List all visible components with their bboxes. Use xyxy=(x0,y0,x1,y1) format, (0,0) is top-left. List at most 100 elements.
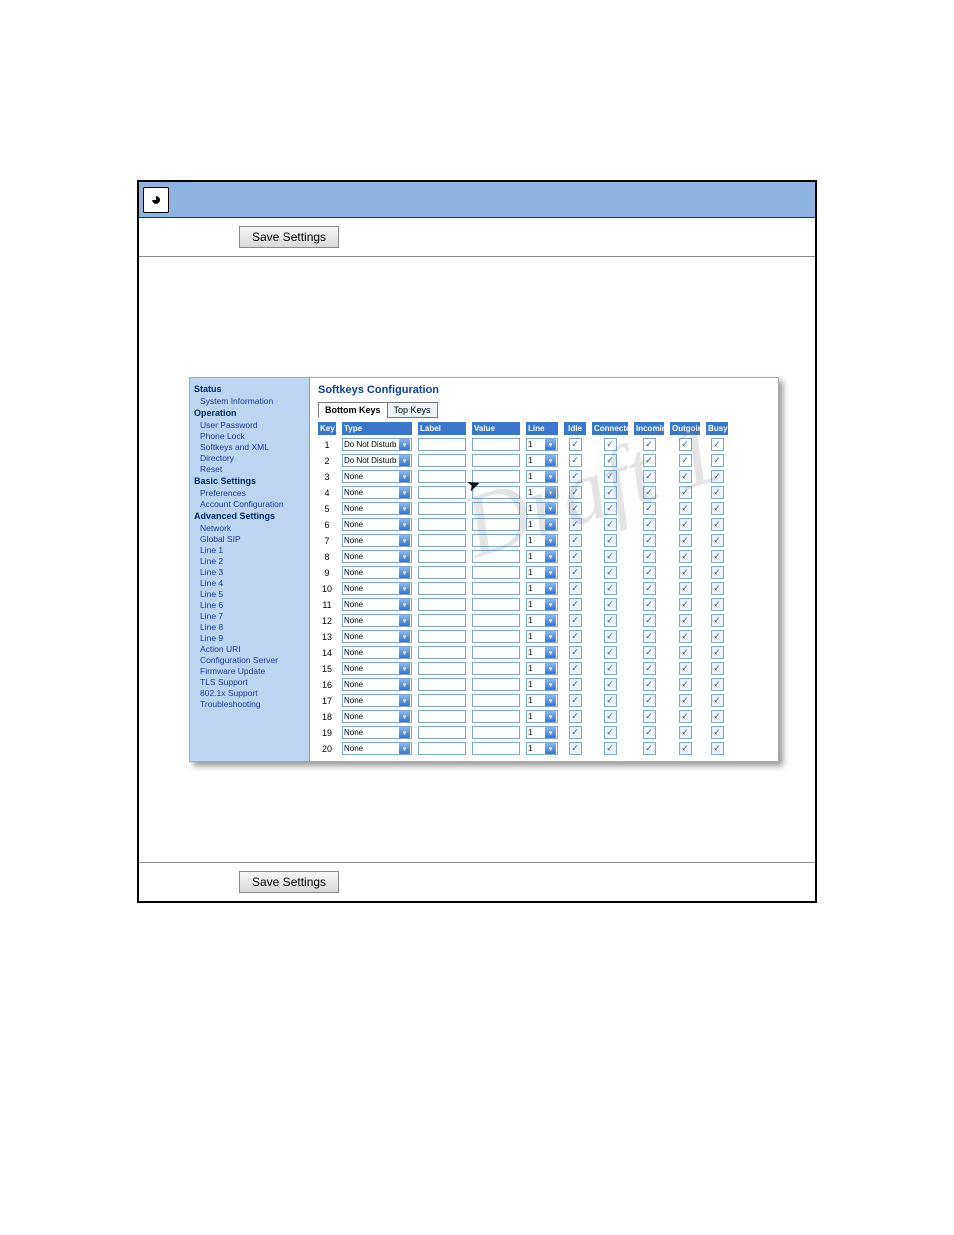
sidebar-item-network[interactable]: Network xyxy=(200,523,305,533)
line-select[interactable]: 1▾ xyxy=(526,630,558,643)
label-input[interactable] xyxy=(418,598,466,611)
save-button-bottom[interactable]: Save Settings xyxy=(239,871,339,893)
type-select[interactable]: None▾ xyxy=(342,550,412,563)
sidebar-item-8021x[interactable]: 802.1x Support xyxy=(200,688,305,698)
tab-top-keys[interactable]: Top Keys xyxy=(387,402,438,418)
sidebar-item-line8[interactable]: Line 8 xyxy=(200,622,305,632)
sidebar-item-config-server[interactable]: Configuration Server xyxy=(200,655,305,665)
label-input[interactable] xyxy=(418,550,466,563)
label-input[interactable] xyxy=(418,486,466,499)
line-select[interactable]: 1▾ xyxy=(526,470,558,483)
state-checkbox[interactable]: ✓ xyxy=(643,438,656,451)
label-input[interactable] xyxy=(418,678,466,691)
label-input[interactable] xyxy=(418,694,466,707)
type-select[interactable]: Do Not Disturb▾ xyxy=(342,454,412,467)
value-input[interactable] xyxy=(472,742,520,755)
type-select[interactable]: None▾ xyxy=(342,486,412,499)
value-input[interactable] xyxy=(472,726,520,739)
line-select[interactable]: 1▾ xyxy=(526,454,558,467)
sidebar-item-line6[interactable]: Line 6 xyxy=(200,600,305,610)
label-input[interactable] xyxy=(418,646,466,659)
label-input[interactable] xyxy=(418,582,466,595)
line-select[interactable]: 1▾ xyxy=(526,438,558,451)
line-select[interactable]: 1▾ xyxy=(526,710,558,723)
state-checkbox[interactable]: ✓ xyxy=(679,454,692,467)
value-input[interactable] xyxy=(472,566,520,579)
line-select[interactable]: 1▾ xyxy=(526,742,558,755)
line-select[interactable]: 1▾ xyxy=(526,726,558,739)
type-select[interactable]: None▾ xyxy=(342,502,412,515)
label-input[interactable] xyxy=(418,534,466,547)
label-input[interactable] xyxy=(418,630,466,643)
sidebar-item-global-sip[interactable]: Global SIP xyxy=(200,534,305,544)
state-checkbox[interactable]: ✓ xyxy=(569,438,582,451)
sidebar-item-line4[interactable]: Line 4 xyxy=(200,578,305,588)
value-input[interactable] xyxy=(472,518,520,531)
sidebar-item-user-password[interactable]: User Password xyxy=(200,420,305,430)
sidebar-item-troubleshooting[interactable]: Troubleshooting xyxy=(200,699,305,709)
save-button[interactable]: Save Settings xyxy=(239,226,339,248)
type-select[interactable]: None▾ xyxy=(342,710,412,723)
type-select[interactable]: None▾ xyxy=(342,534,412,547)
sidebar-item-preferences[interactable]: Preferences xyxy=(200,488,305,498)
sidebar-item-line9[interactable]: Line 9 xyxy=(200,633,305,643)
label-input[interactable] xyxy=(418,566,466,579)
label-input[interactable] xyxy=(418,438,466,451)
line-select[interactable]: 1▾ xyxy=(526,598,558,611)
type-select[interactable]: None▾ xyxy=(342,646,412,659)
state-checkbox[interactable]: ✓ xyxy=(711,454,724,467)
value-input[interactable] xyxy=(472,454,520,467)
sidebar-item-line2[interactable]: Line 2 xyxy=(200,556,305,566)
state-checkbox[interactable]: ✓ xyxy=(604,438,617,451)
line-select[interactable]: 1▾ xyxy=(526,518,558,531)
type-select[interactable]: None▾ xyxy=(342,726,412,739)
state-checkbox[interactable]: ✓ xyxy=(643,454,656,467)
value-input[interactable] xyxy=(472,582,520,595)
sidebar-item-reset[interactable]: Reset xyxy=(200,464,305,474)
state-checkbox[interactable]: ✓ xyxy=(679,438,692,451)
value-input[interactable] xyxy=(472,438,520,451)
state-checkbox[interactable]: ✓ xyxy=(569,454,582,467)
sidebar-item-softkeys-xml[interactable]: Softkeys and XML xyxy=(200,442,305,452)
type-select[interactable]: None▾ xyxy=(342,614,412,627)
line-select[interactable]: 1▾ xyxy=(526,662,558,675)
sidebar-item-phone-lock[interactable]: Phone Lock xyxy=(200,431,305,441)
line-select[interactable]: 1▾ xyxy=(526,646,558,659)
value-input[interactable] xyxy=(472,598,520,611)
label-input[interactable] xyxy=(418,470,466,483)
value-input[interactable] xyxy=(472,694,520,707)
line-select[interactable]: 1▾ xyxy=(526,534,558,547)
label-input[interactable] xyxy=(418,614,466,627)
value-input[interactable] xyxy=(472,614,520,627)
value-input[interactable] xyxy=(472,630,520,643)
value-input[interactable] xyxy=(472,678,520,691)
sidebar-item-account-config[interactable]: Account Configuration xyxy=(200,499,305,509)
sidebar-item-line3[interactable]: Line 3 xyxy=(200,567,305,577)
value-input[interactable] xyxy=(472,502,520,515)
value-input[interactable] xyxy=(472,646,520,659)
line-select[interactable]: 1▾ xyxy=(526,550,558,563)
type-select[interactable]: None▾ xyxy=(342,694,412,707)
line-select[interactable]: 1▾ xyxy=(526,582,558,595)
line-select[interactable]: 1▾ xyxy=(526,566,558,579)
tab-bottom-keys[interactable]: Bottom Keys xyxy=(318,402,388,418)
sidebar-item-line1[interactable]: Line 1 xyxy=(200,545,305,555)
type-select[interactable]: None▾ xyxy=(342,630,412,643)
value-input[interactable] xyxy=(472,550,520,563)
type-select[interactable]: None▾ xyxy=(342,470,412,483)
line-select[interactable]: 1▾ xyxy=(526,614,558,627)
value-input[interactable] xyxy=(472,710,520,723)
sidebar-item-action-uri[interactable]: Action URI xyxy=(200,644,305,654)
label-input[interactable] xyxy=(418,710,466,723)
type-select[interactable]: None▾ xyxy=(342,742,412,755)
sidebar-item-line5[interactable]: Line 5 xyxy=(200,589,305,599)
line-select[interactable]: 1▾ xyxy=(526,502,558,515)
state-checkbox[interactable]: ✓ xyxy=(711,438,724,451)
sidebar-item-firmware-update[interactable]: Firmware Update xyxy=(200,666,305,676)
line-select[interactable]: 1▾ xyxy=(526,678,558,691)
type-select[interactable]: None▾ xyxy=(342,678,412,691)
state-checkbox[interactable]: ✓ xyxy=(604,454,617,467)
sidebar-item-directory[interactable]: Directory xyxy=(200,453,305,463)
type-select[interactable]: None▾ xyxy=(342,662,412,675)
sidebar-item-line7[interactable]: Line 7 xyxy=(200,611,305,621)
